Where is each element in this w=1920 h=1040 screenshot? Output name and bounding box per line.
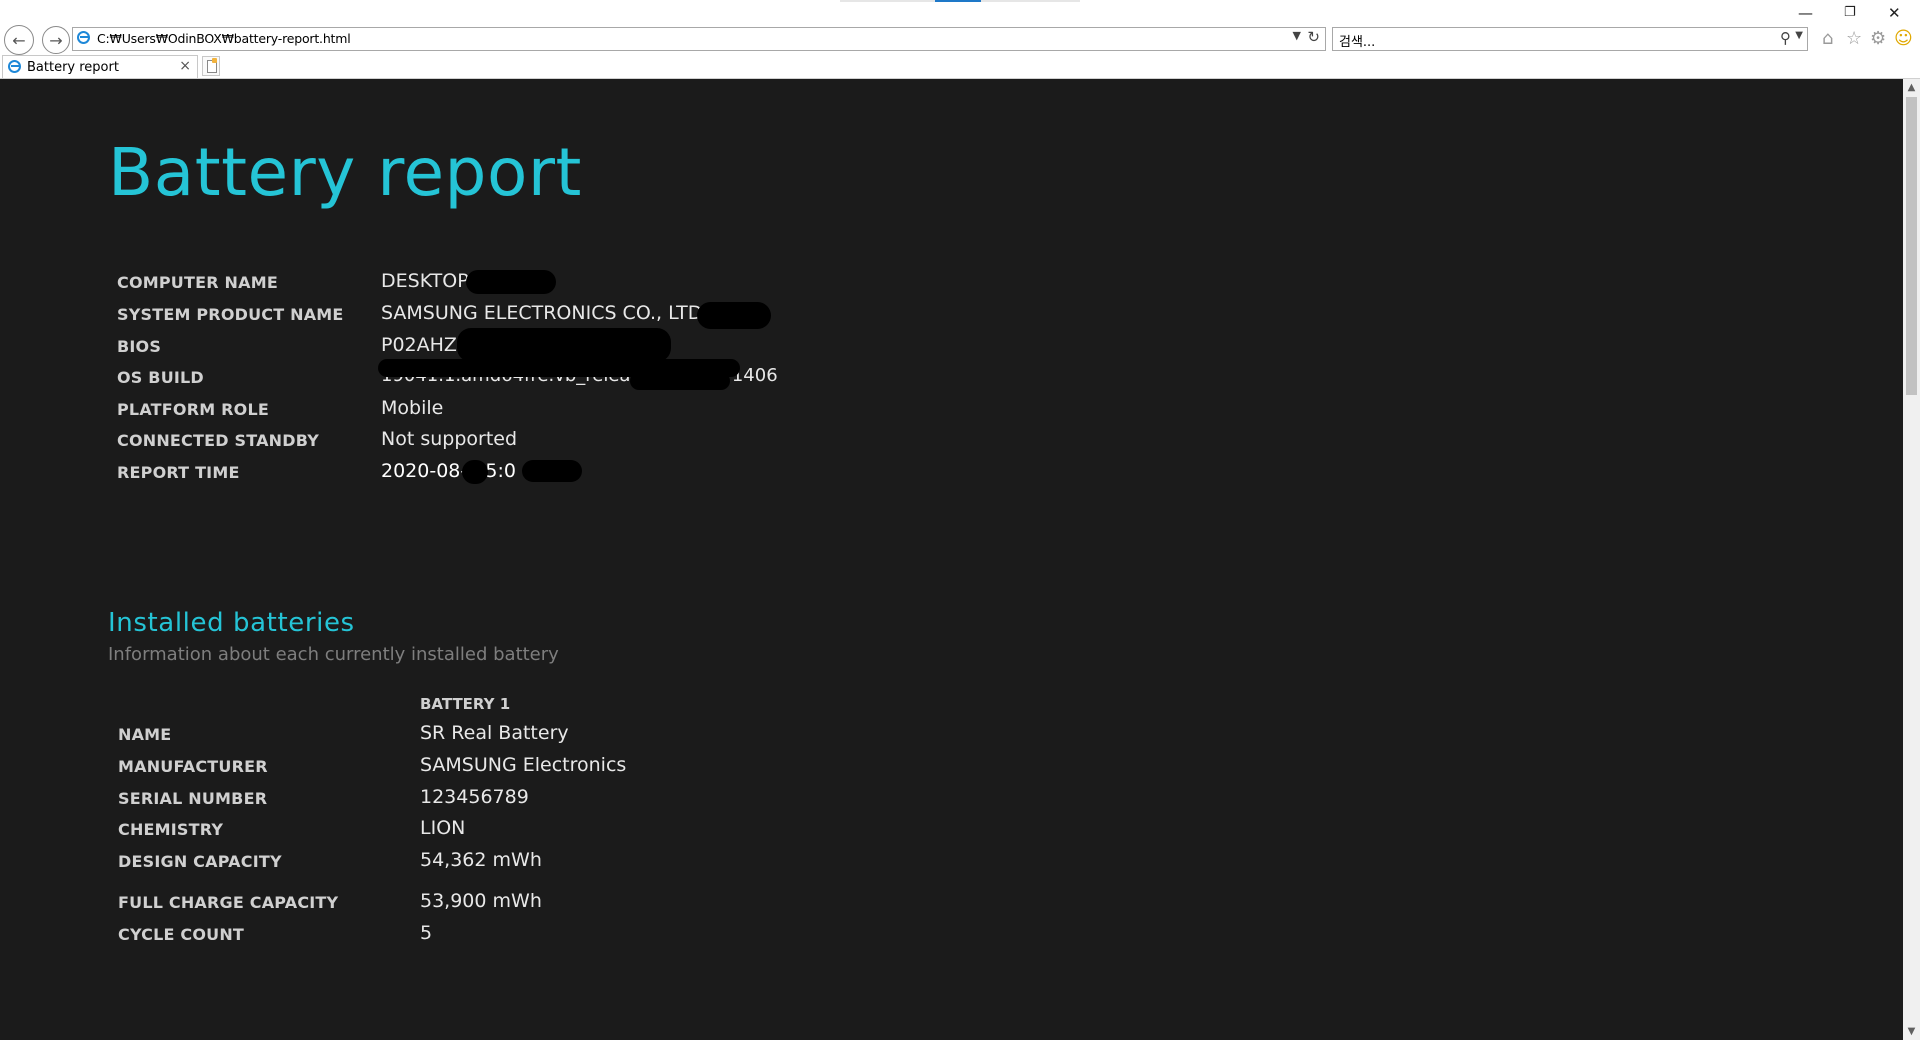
info-value: DESKTOP- xyxy=(381,270,476,292)
restore-icon[interactable]: ❐ xyxy=(1844,5,1856,20)
battery-label: NAME xyxy=(118,725,172,744)
refresh-icon[interactable]: ↻ xyxy=(1307,28,1320,46)
address-url[interactable]: C:₩Users₩OdinBOX₩battery-report.html xyxy=(97,31,351,46)
minimize-icon[interactable]: — xyxy=(1798,4,1813,22)
tab-title: Battery report xyxy=(27,60,119,75)
info-value: P02AHZ. xyxy=(381,334,463,356)
forward-button[interactable]: → xyxy=(42,26,70,54)
forward-arrow-icon: → xyxy=(49,30,63,50)
info-label: BIOS xyxy=(117,337,162,356)
ie-tab-icon xyxy=(8,60,21,73)
battery-value: 53,900 mWh xyxy=(420,890,542,912)
battery-value: SAMSUNG Electronics xyxy=(420,754,627,776)
battery-label: SERIAL NUMBER xyxy=(118,789,268,808)
info-label: CONNECTED STANDBY xyxy=(117,431,320,450)
back-arrow-icon: ← xyxy=(12,30,26,50)
tab-battery-report[interactable]: Battery report × xyxy=(2,55,198,78)
redaction-mark xyxy=(630,372,730,390)
scroll-down-icon[interactable]: ▼ xyxy=(1903,1023,1920,1040)
info-value: SAMSUNG ELECTRONICS CO., LTD. xyxy=(381,302,709,324)
battery-value: SR Real Battery xyxy=(420,722,569,744)
search-dropdown-icon[interactable]: ▼ xyxy=(1795,30,1803,41)
home-icon[interactable]: ⌂ xyxy=(1822,28,1833,49)
redaction-mark xyxy=(522,460,582,482)
close-tab-icon[interactable]: × xyxy=(179,58,191,74)
info-label: REPORT TIME xyxy=(117,463,240,482)
section-subtitle: Information about each currently install… xyxy=(108,644,559,665)
info-value: 2020-08- 15:0 xyxy=(381,460,516,482)
redaction-mark xyxy=(457,328,671,362)
close-window-icon[interactable]: ✕ xyxy=(1888,4,1901,22)
title-strip xyxy=(840,0,1080,2)
new-tab-button[interactable] xyxy=(202,56,220,76)
section-title-installed-batteries: Installed batteries xyxy=(108,608,355,638)
address-bar[interactable]: C:₩Users₩OdinBOX₩battery-report.html ▼ ↻ xyxy=(72,27,1326,51)
battery-label: CHEMISTRY xyxy=(118,820,224,839)
battery-label: DESIGN CAPACITY xyxy=(118,852,282,871)
battery-label: FULL CHARGE CAPACITY xyxy=(118,893,339,912)
info-value: Not supported xyxy=(381,428,518,450)
vertical-scrollbar[interactable]: ▲ ▼ xyxy=(1903,79,1920,1040)
info-label: SYSTEM PRODUCT NAME xyxy=(117,305,344,324)
info-label: PLATFORM ROLE xyxy=(117,400,269,419)
search-placeholder[interactable]: 검색... xyxy=(1339,31,1375,50)
scroll-thumb[interactable] xyxy=(1906,97,1917,395)
info-label: OS BUILD xyxy=(117,368,204,387)
report-page: Battery report COMPUTER NAME DESKTOP- SY… xyxy=(0,79,1903,1040)
redaction-mark xyxy=(697,302,771,329)
battery-label: MANUFACTURER xyxy=(118,757,268,776)
battery-value: LION xyxy=(420,817,466,839)
search-box[interactable]: 검색... ⚲ ▼ xyxy=(1332,27,1808,51)
smiley-icon[interactable]: ☺ xyxy=(1894,28,1913,49)
back-button[interactable]: ← xyxy=(4,25,34,55)
search-icon[interactable]: ⚲ xyxy=(1780,29,1791,47)
redaction-mark xyxy=(466,270,556,294)
info-label: COMPUTER NAME xyxy=(117,273,278,292)
scroll-up-icon[interactable]: ▲ xyxy=(1903,79,1920,96)
star-icon[interactable]: ☆ xyxy=(1846,28,1862,49)
browser-chrome: ← → C:₩Users₩OdinBOX₩battery-report.html… xyxy=(0,0,1920,79)
ie-page-icon xyxy=(77,31,90,44)
battery-label: CYCLE COUNT xyxy=(118,925,245,944)
address-dropdown-icon[interactable]: ▼ xyxy=(1293,29,1301,42)
battery-value: 5 xyxy=(420,922,433,944)
info-value: Mobile xyxy=(381,397,444,419)
battery-value: 54,362 mWh xyxy=(420,849,542,871)
gear-icon[interactable]: ⚙ xyxy=(1870,28,1886,49)
battery-column-header: BATTERY 1 xyxy=(420,695,511,713)
redaction-mark xyxy=(462,460,488,484)
battery-value: 123456789 xyxy=(420,786,529,808)
page-title: Battery report xyxy=(108,134,582,211)
